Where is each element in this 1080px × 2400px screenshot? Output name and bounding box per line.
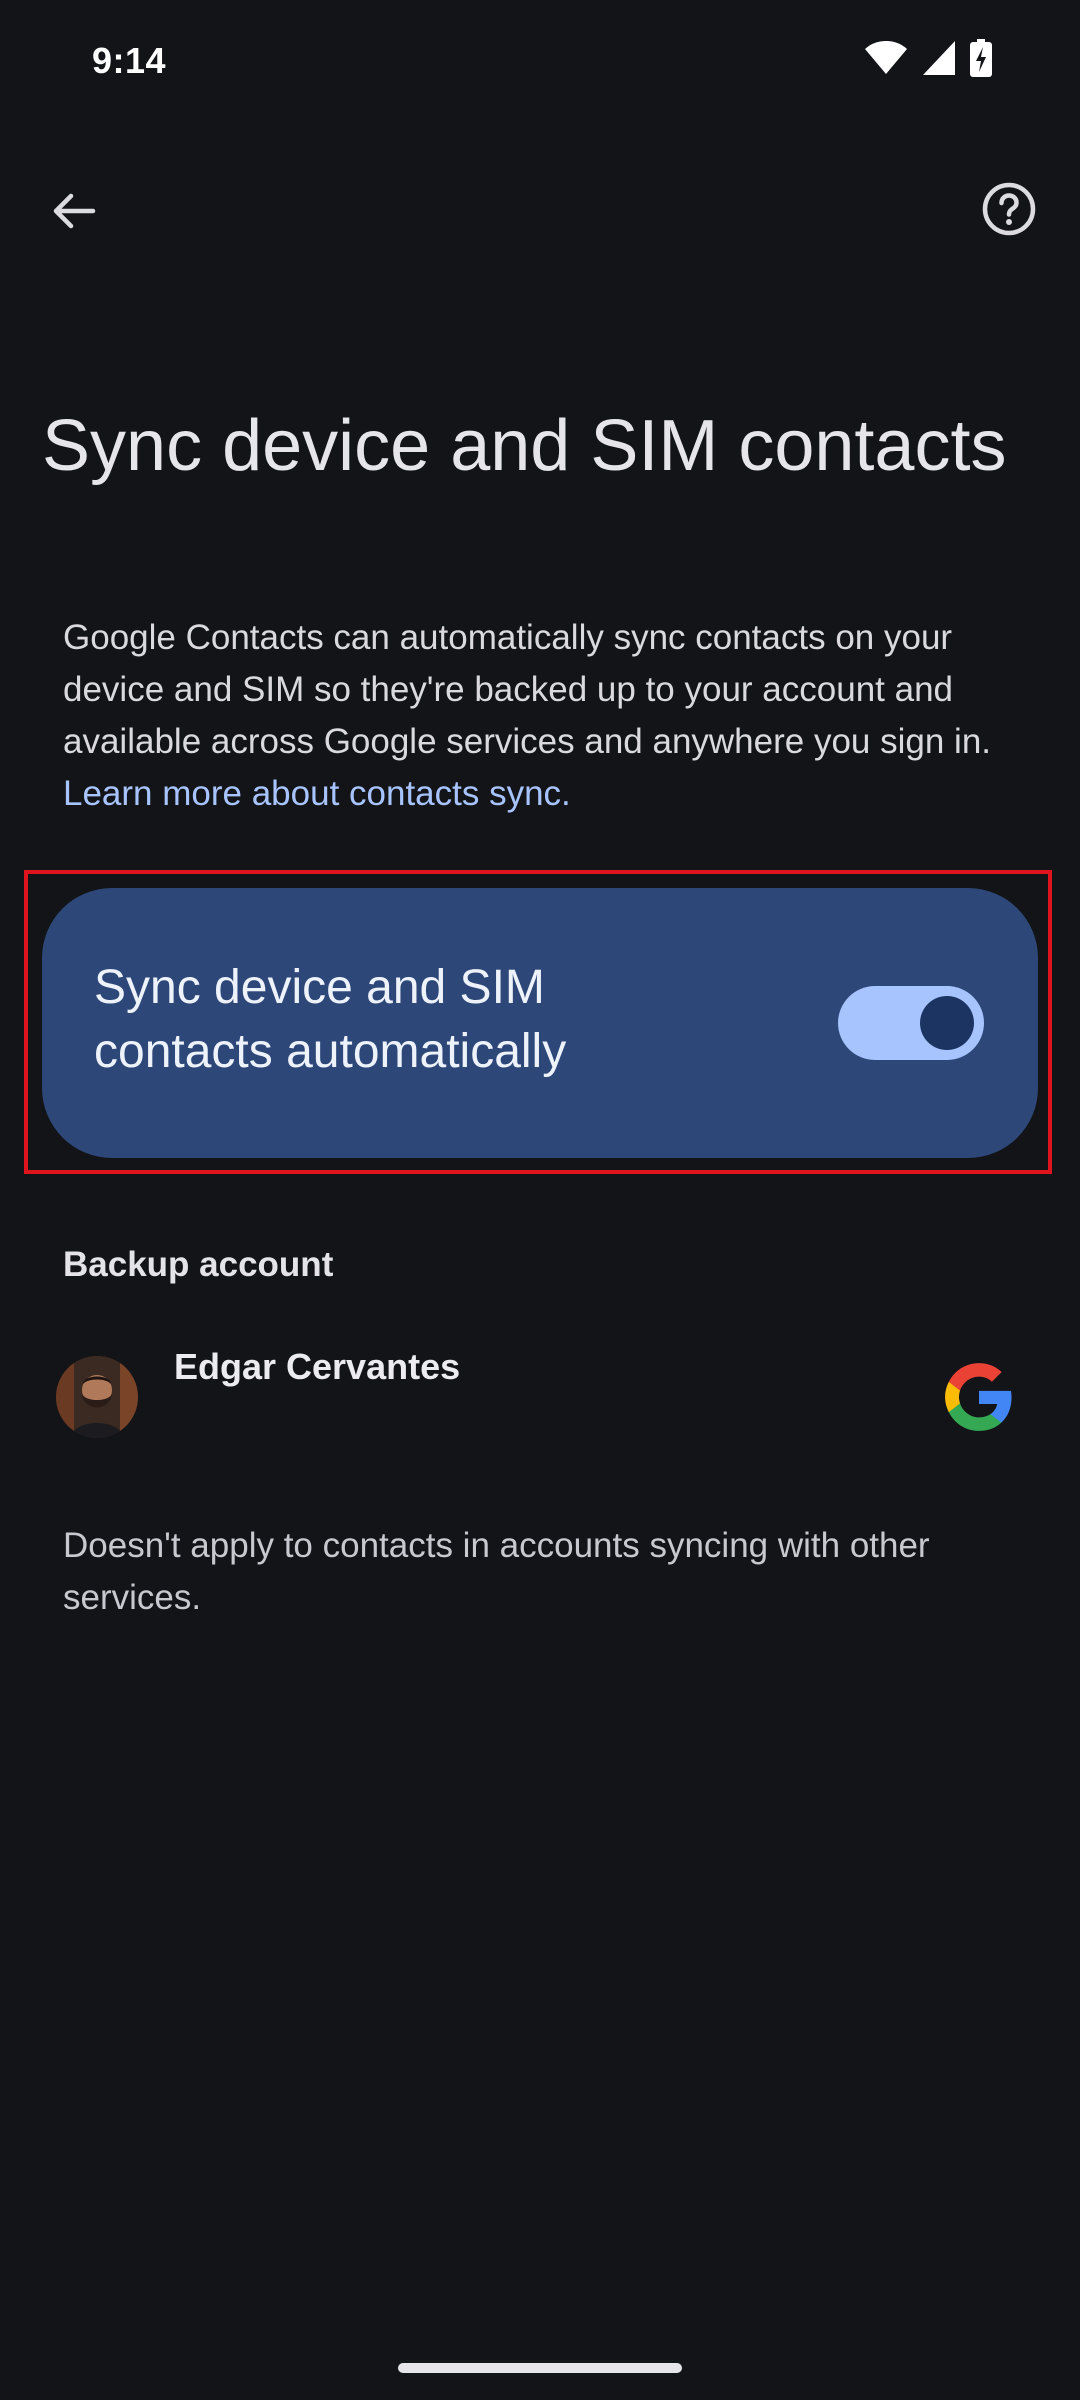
backup-account-row[interactable]: Edgar Cervantes bbox=[0, 1330, 1080, 1470]
footnote-text: Doesn't apply to contacts in accounts sy… bbox=[63, 1526, 930, 1617]
wifi-icon bbox=[864, 40, 908, 81]
learn-more-link[interactable]: Learn more about contacts sync. bbox=[63, 774, 571, 813]
description-body: Google Contacts can automatically sync c… bbox=[63, 618, 992, 761]
back-button[interactable] bbox=[30, 170, 116, 256]
status-time: 9:14 bbox=[92, 40, 167, 81]
description-text: Google Contacts can automatically sync c… bbox=[63, 612, 1023, 820]
help-circle-icon bbox=[981, 181, 1037, 242]
battery-charging-icon bbox=[970, 38, 992, 82]
sync-toggle-label: Sync device and SIM contacts automatical… bbox=[94, 961, 567, 1078]
cellular-signal-icon bbox=[922, 40, 956, 81]
toggle-knob bbox=[920, 996, 974, 1050]
google-logo-icon bbox=[942, 1360, 1016, 1434]
sync-toggle-card[interactable]: Sync device and SIM contacts automatical… bbox=[42, 888, 1038, 1158]
help-button[interactable] bbox=[966, 168, 1052, 254]
status-icons bbox=[864, 38, 992, 82]
status-bar: 9:14 bbox=[0, 0, 1080, 120]
page-title: Sync device and SIM contacts bbox=[42, 406, 1007, 486]
sync-toggle-switch[interactable] bbox=[838, 986, 984, 1060]
account-name: Edgar Cervantes bbox=[174, 1346, 461, 1387]
top-app-bar bbox=[0, 150, 1080, 260]
avatar bbox=[56, 1356, 138, 1438]
arrow-back-icon bbox=[49, 187, 97, 240]
home-indicator[interactable] bbox=[398, 2363, 682, 2373]
backup-section-header: Backup account bbox=[63, 1245, 334, 1284]
